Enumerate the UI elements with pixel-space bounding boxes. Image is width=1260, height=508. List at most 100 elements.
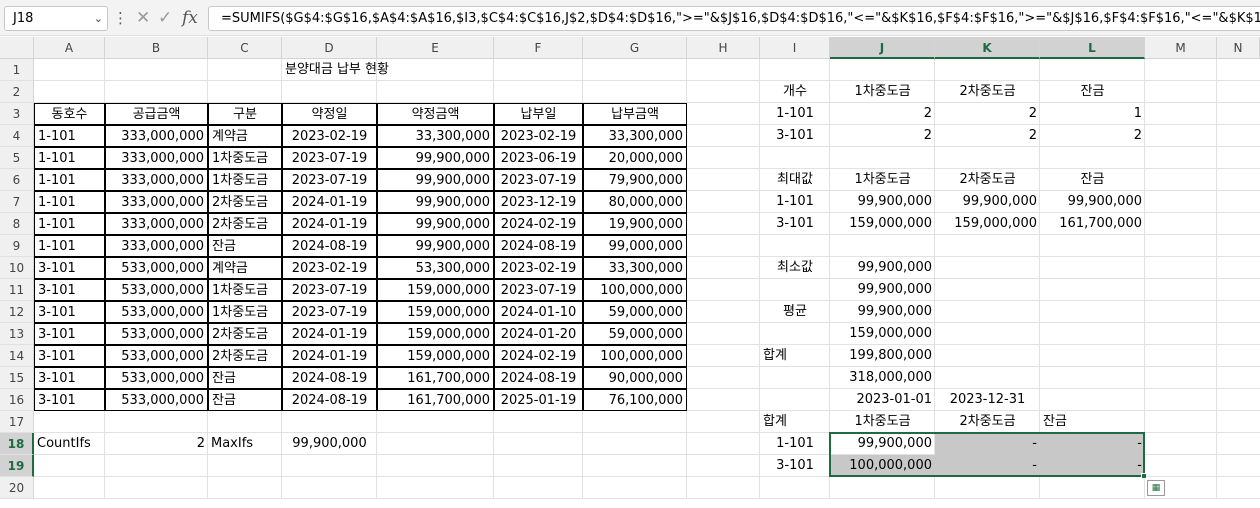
cell-j6[interactable]: 1차중도금 xyxy=(830,169,935,191)
cell-g16[interactable]: 76,100,000 xyxy=(583,389,687,411)
row-header-18[interactable]: 18 xyxy=(0,433,34,455)
row-header-14[interactable]: 14 xyxy=(0,345,34,367)
cell-c8[interactable]: 2차중도금 xyxy=(208,213,282,235)
cell-b11[interactable]: 533,000,000 xyxy=(105,279,208,301)
cell-j15[interactable]: 318,000,000 xyxy=(830,367,935,389)
cell-j12[interactable]: 99,900,000 xyxy=(830,301,935,323)
cell-c9[interactable]: 잔금 xyxy=(208,235,282,257)
cell-j4[interactable]: 2 xyxy=(830,125,935,147)
cell-b3[interactable]: 공급금액 xyxy=(105,103,208,125)
cell-k3[interactable]: 2 xyxy=(935,103,1040,125)
row-header-8[interactable]: 8 xyxy=(0,213,34,235)
cell-i4[interactable]: 3-101 xyxy=(760,125,830,147)
row-header-4[interactable]: 4 xyxy=(0,125,34,147)
row-header-13[interactable]: 13 xyxy=(0,323,34,345)
cell-b12[interactable]: 533,000,000 xyxy=(105,301,208,323)
cell-a6[interactable]: 1-101 xyxy=(34,169,105,191)
select-all-corner[interactable] xyxy=(0,37,34,59)
fill-handle[interactable] xyxy=(1141,473,1147,479)
cell-c18[interactable]: MaxIfs xyxy=(208,433,282,455)
cell-e4[interactable]: 33,300,000 xyxy=(377,125,494,147)
cell-c10[interactable]: 계약금 xyxy=(208,257,282,279)
cell-k17[interactable]: 2차중도금 xyxy=(935,411,1040,433)
name-box[interactable]: J18 ⌄ xyxy=(4,6,108,31)
cell-d4[interactable]: 2023-02-19 xyxy=(282,125,377,147)
row-header-7[interactable]: 7 xyxy=(0,191,34,213)
formula-input[interactable]: =SUMIFS($G$4:$G$16,$A$4:$A$16,$I3,$C$4:$… xyxy=(208,6,1260,31)
sheet-grid[interactable]: 분양대금 납부 현황 동호수 공급금액 구분 약정일 약정금액 납부일 납부금액 1-101 33… xyxy=(34,59,1260,508)
cell-j2[interactable]: 1차중도금 xyxy=(830,81,935,103)
row-header-9[interactable]: 9 xyxy=(0,235,34,257)
cell-g11[interactable]: 100,000,000 xyxy=(583,279,687,301)
column-header-m[interactable]: M xyxy=(1145,37,1217,59)
cell-b14[interactable]: 533,000,000 xyxy=(105,345,208,367)
cell-c14[interactable]: 2차중도금 xyxy=(208,345,282,367)
column-header-g[interactable]: G xyxy=(583,37,687,59)
cell-e10[interactable]: 53,300,000 xyxy=(377,257,494,279)
column-header-b[interactable]: B xyxy=(105,37,208,59)
cell-f5[interactable]: 2023-06-19 xyxy=(494,147,583,169)
cell-d8[interactable]: 2024-01-19 xyxy=(282,213,377,235)
cell-j14[interactable]: 199,800,000 xyxy=(830,345,935,367)
cell-e14[interactable]: 159,000,000 xyxy=(377,345,494,367)
cell-j3[interactable]: 2 xyxy=(830,103,935,125)
cell-a18[interactable]: CountIfs xyxy=(34,433,105,455)
cell-e8[interactable]: 99,900,000 xyxy=(377,213,494,235)
cell-c3[interactable]: 구분 xyxy=(208,103,282,125)
quick-analysis-icon[interactable]: ▦ xyxy=(1147,480,1165,496)
column-header-c[interactable]: C xyxy=(208,37,282,59)
cell-j7[interactable]: 99,900,000 xyxy=(830,191,935,213)
cell-j10[interactable]: 99,900,000 xyxy=(830,257,935,279)
cell-e11[interactable]: 159,000,000 xyxy=(377,279,494,301)
cell-f6[interactable]: 2023-07-19 xyxy=(494,169,583,191)
cell-a4[interactable]: 1-101 xyxy=(34,125,105,147)
cell-d1[interactable]: 분양대금 납부 현황 xyxy=(282,59,389,81)
cell-f8[interactable]: 2024-02-19 xyxy=(494,213,583,235)
column-header-a[interactable]: A xyxy=(34,37,105,59)
cell-f15[interactable]: 2024-08-19 xyxy=(494,367,583,389)
row-header-1[interactable]: 1 xyxy=(0,59,34,81)
column-header-d[interactable]: D xyxy=(282,37,377,59)
cell-d13[interactable]: 2024-01-19 xyxy=(282,323,377,345)
cell-g7[interactable]: 80,000,000 xyxy=(583,191,687,213)
cell-d14[interactable]: 2024-01-19 xyxy=(282,345,377,367)
column-header-l[interactable]: L xyxy=(1040,37,1145,59)
cell-a9[interactable]: 1-101 xyxy=(34,235,105,257)
cell-k8[interactable]: 159,000,000 xyxy=(935,213,1040,235)
cell-d18[interactable]: 99,900,000 xyxy=(282,433,377,455)
cell-a10[interactable]: 3-101 xyxy=(34,257,105,279)
row-header-5[interactable]: 5 xyxy=(0,147,34,169)
cell-a3[interactable]: 동호수 xyxy=(34,103,105,125)
cell-d15[interactable]: 2024-08-19 xyxy=(282,367,377,389)
cell-e6[interactable]: 99,900,000 xyxy=(377,169,494,191)
cell-b15[interactable]: 533,000,000 xyxy=(105,367,208,389)
cell-d11[interactable]: 2023-07-19 xyxy=(282,279,377,301)
cell-e9[interactable]: 99,900,000 xyxy=(377,235,494,257)
row-header-17[interactable]: 17 xyxy=(0,411,34,433)
cell-b10[interactable]: 533,000,000 xyxy=(105,257,208,279)
row-header-2[interactable]: 2 xyxy=(0,81,34,103)
cell-i3[interactable]: 1-101 xyxy=(760,103,830,125)
cell-i12[interactable]: 평균 xyxy=(760,301,830,323)
cell-l7[interactable]: 99,900,000 xyxy=(1040,191,1145,213)
cell-g15[interactable]: 90,000,000 xyxy=(583,367,687,389)
cell-e13[interactable]: 159,000,000 xyxy=(377,323,494,345)
cell-e5[interactable]: 99,900,000 xyxy=(377,147,494,169)
row-header-3[interactable]: 3 xyxy=(0,103,34,125)
cell-c15[interactable]: 잔금 xyxy=(208,367,282,389)
cell-c5[interactable]: 1차중도금 xyxy=(208,147,282,169)
cell-i19[interactable]: 3-101 xyxy=(760,455,830,477)
cell-g14[interactable]: 100,000,000 xyxy=(583,345,687,367)
cell-g4[interactable]: 33,300,000 xyxy=(583,125,687,147)
cell-j11[interactable]: 99,900,000 xyxy=(830,279,935,301)
enter-icon[interactable]: ✓ xyxy=(158,7,172,29)
column-header-e[interactable]: E xyxy=(377,37,494,59)
cell-b6[interactable]: 333,000,000 xyxy=(105,169,208,191)
cell-i8[interactable]: 3-101 xyxy=(760,213,830,235)
cell-d10[interactable]: 2023-02-19 xyxy=(282,257,377,279)
cell-j13[interactable]: 159,000,000 xyxy=(830,323,935,345)
cell-i18[interactable]: 1-101 xyxy=(760,433,830,455)
cell-c6[interactable]: 1차중도금 xyxy=(208,169,282,191)
row-header-20[interactable]: 20 xyxy=(0,477,34,499)
cell-l8[interactable]: 161,700,000 xyxy=(1040,213,1145,235)
